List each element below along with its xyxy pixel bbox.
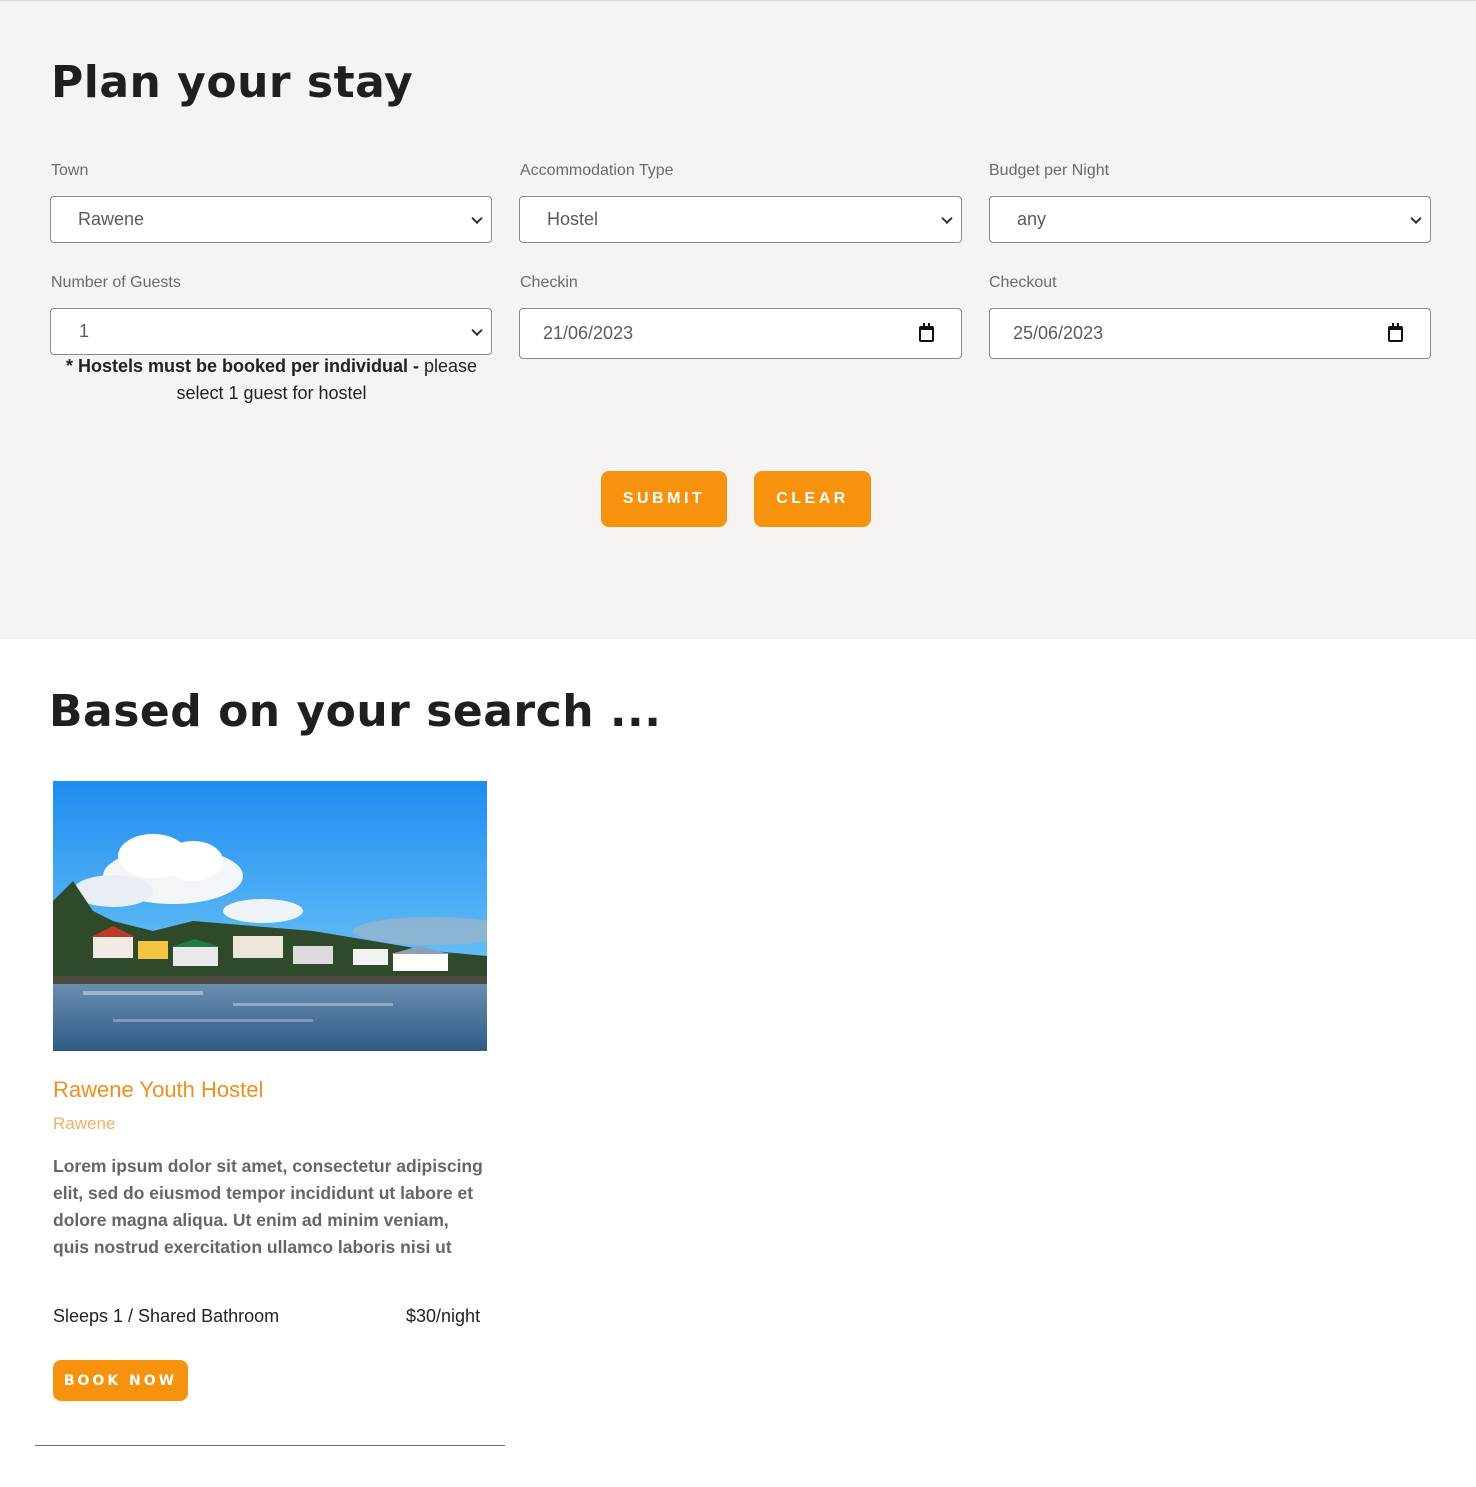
budget-select[interactable]: any: [989, 196, 1431, 243]
chevron-down-icon: [471, 324, 483, 336]
hostel-guest-note: * Hostels must be booked per individual …: [51, 353, 492, 407]
guests-label: Number of Guests: [51, 274, 181, 291]
book-now-button[interactable]: BOOK NOW: [53, 1360, 188, 1401]
guests-value: 1: [79, 321, 90, 341]
accommodation-type-select[interactable]: Hostel: [519, 196, 962, 243]
chevron-down-icon: [471, 212, 483, 224]
accommodation-type-value: Hostel: [547, 209, 599, 229]
calendar-icon[interactable]: [919, 323, 934, 342]
hostel-note-bold: * Hostels must be booked per individual …: [65, 356, 419, 376]
checkin-date-input[interactable]: 21/06/2023: [519, 308, 962, 359]
checkin-label: Checkin: [520, 274, 578, 291]
submit-button[interactable]: SUBMIT: [601, 471, 727, 527]
calendar-icon[interactable]: [1388, 323, 1403, 342]
checkout-value: 25/06/2023: [1013, 323, 1104, 343]
page-title: Plan your stay: [51, 57, 414, 108]
listing-town: Rawene: [53, 1114, 116, 1133]
listing-price: $30/night: [406, 1306, 481, 1326]
town-label: Town: [51, 162, 89, 179]
budget-value: any: [1017, 209, 1047, 229]
checkout-label: Checkout: [989, 274, 1057, 291]
results-title: Based on your search ...: [49, 686, 662, 737]
listing-description: Lorem ipsum dolor sit amet, consectetur …: [53, 1156, 483, 1257]
accommodation-type-label: Accommodation Type: [520, 162, 674, 179]
plan-stay-section: Plan your stay Town Rawene Accommodation…: [0, 0, 1476, 639]
chevron-down-icon: [1410, 212, 1422, 224]
listing-title[interactable]: Rawene Youth Hostel: [53, 1077, 263, 1103]
town-select[interactable]: Rawene: [50, 196, 492, 243]
checkin-value: 21/06/2023: [543, 323, 634, 343]
guests-select[interactable]: 1: [50, 308, 492, 355]
clear-button[interactable]: CLEAR: [754, 471, 871, 527]
checkout-date-input[interactable]: 25/06/2023: [989, 308, 1431, 359]
listing-image: [53, 781, 487, 1051]
card-divider: [35, 1445, 505, 1446]
budget-label: Budget per Night: [989, 162, 1110, 179]
town-select-value: Rawene: [78, 209, 145, 229]
chevron-down-icon: [941, 212, 953, 224]
listing-sleeps: Sleeps 1 / Shared Bathroom: [53, 1306, 280, 1326]
